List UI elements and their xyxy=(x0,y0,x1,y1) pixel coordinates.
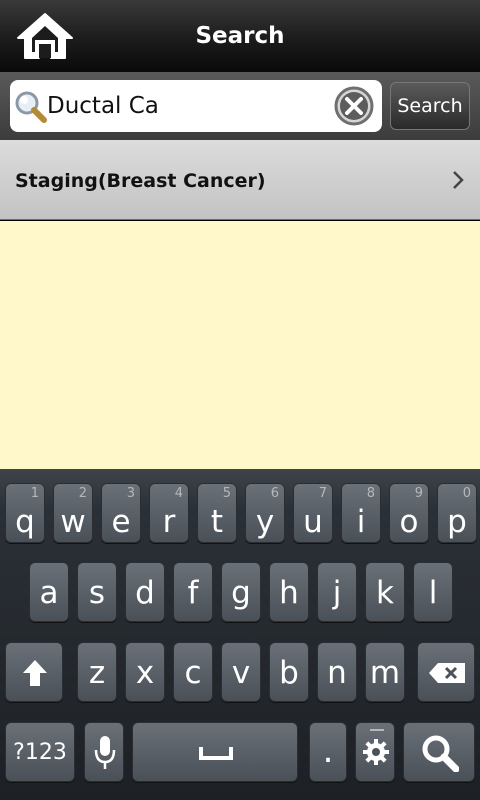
key-letter: u xyxy=(303,504,323,540)
key-letter: i xyxy=(356,504,366,540)
period-label: . xyxy=(322,731,334,771)
soft-keyboard: 1q 2w 3e 4r 5t 6y 7u 8i 9o 0p a s d f g … xyxy=(0,469,480,800)
search-input[interactable]: Ductal Ca xyxy=(10,80,382,132)
key-letter: x xyxy=(135,655,155,691)
key-o[interactable]: 9o xyxy=(389,483,429,543)
key-i[interactable]: 8i xyxy=(341,483,381,543)
list-item[interactable]: Staging(Breast Cancer) xyxy=(0,140,480,220)
key-letter: y xyxy=(255,504,275,540)
key-f[interactable]: f xyxy=(173,562,213,622)
key-t[interactable]: 5t xyxy=(197,483,237,543)
key-letter: k xyxy=(376,575,394,611)
key-letter: p xyxy=(447,504,467,540)
key-k[interactable]: k xyxy=(365,562,405,622)
key-x[interactable]: x xyxy=(125,642,165,702)
key-z[interactable]: z xyxy=(77,642,117,702)
key-letter: t xyxy=(210,504,224,540)
key-u[interactable]: 7u xyxy=(293,483,333,543)
key-l[interactable]: l xyxy=(413,562,453,622)
key-s[interactable]: s xyxy=(77,562,117,622)
microphone-icon xyxy=(94,736,116,769)
key-h[interactable]: h xyxy=(269,562,309,622)
search-icon xyxy=(422,735,459,772)
key-letter: j xyxy=(332,575,342,611)
key-letter: b xyxy=(279,655,299,691)
shift-key[interactable] xyxy=(5,642,63,702)
content-area xyxy=(0,221,480,469)
search-query: Ductal Ca xyxy=(47,93,159,119)
key-letter: z xyxy=(88,655,106,691)
microphone-key[interactable] xyxy=(84,722,124,782)
key-j[interactable]: j xyxy=(317,562,357,622)
space-key[interactable] xyxy=(132,722,298,782)
key-e[interactable]: 3e xyxy=(101,483,141,543)
settings-dash xyxy=(370,729,384,731)
key-letter: a xyxy=(39,575,59,611)
app: Search Ductal Ca Search Staging(Breast C… xyxy=(0,0,480,800)
key-letter: o xyxy=(399,504,419,540)
space-icon xyxy=(199,747,233,760)
key-letter: v xyxy=(231,655,251,691)
result-label: Staging(Breast Cancer) xyxy=(15,170,266,192)
key-m[interactable]: m xyxy=(365,642,405,702)
search-bar: Ductal Ca Search xyxy=(0,72,480,140)
key-letter: f xyxy=(187,575,199,611)
key-a[interactable]: a xyxy=(29,562,69,622)
key-g[interactable]: g xyxy=(221,562,261,622)
key-v[interactable]: v xyxy=(221,642,261,702)
key-letter: w xyxy=(60,504,86,540)
key-r[interactable]: 4r xyxy=(149,483,189,543)
key-letter: g xyxy=(231,575,251,611)
key-letter: m xyxy=(369,655,401,691)
symbols-label: ?123 xyxy=(13,740,67,765)
key-y[interactable]: 6y xyxy=(245,483,285,543)
search-icon xyxy=(15,91,47,123)
shift-icon xyxy=(23,660,47,686)
chevron-right-icon xyxy=(453,171,464,189)
key-letter: n xyxy=(327,655,347,691)
search-button[interactable]: Search xyxy=(390,82,470,130)
key-letter: c xyxy=(184,655,202,691)
key-b[interactable]: b xyxy=(269,642,309,702)
key-d[interactable]: d xyxy=(125,562,165,622)
key-w[interactable]: 2w xyxy=(53,483,93,543)
key-letter: h xyxy=(279,575,299,611)
key-letter: q xyxy=(15,504,35,540)
period-key[interactable]: . xyxy=(309,722,347,782)
key-q[interactable]: 1q xyxy=(5,483,45,543)
symbols-key[interactable]: ?123 xyxy=(5,722,75,782)
clear-icon[interactable] xyxy=(334,86,374,126)
key-p[interactable]: 0p xyxy=(437,483,477,543)
key-letter: r xyxy=(162,504,176,540)
key-letter: l xyxy=(428,575,438,611)
title-bar: Search xyxy=(0,0,480,73)
backspace-icon xyxy=(429,663,465,683)
key-letter: e xyxy=(111,504,131,540)
settings-key[interactable] xyxy=(355,722,395,782)
gear-icon xyxy=(363,739,389,765)
key-letter: d xyxy=(135,575,155,611)
page-title: Search xyxy=(195,23,285,49)
backspace-key[interactable] xyxy=(417,642,475,702)
key-n[interactable]: n xyxy=(317,642,357,702)
search-key[interactable] xyxy=(403,722,475,782)
key-c[interactable]: c xyxy=(173,642,213,702)
key-letter: s xyxy=(88,575,106,611)
